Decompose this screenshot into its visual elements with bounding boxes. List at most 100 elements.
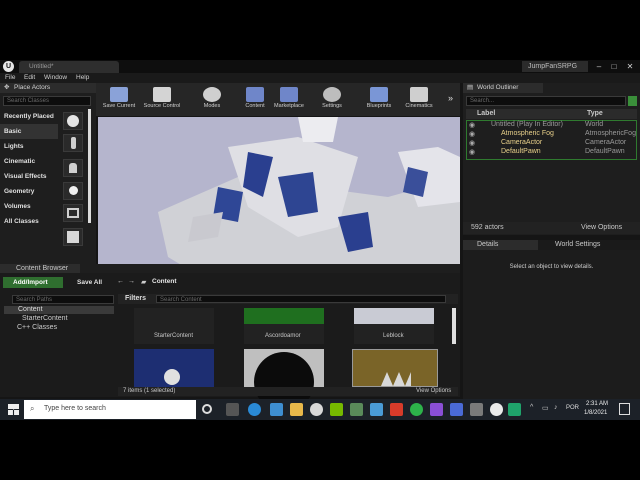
clock-date[interactable]: 1/8/2021 (584, 410, 607, 416)
content-path-breadcrumb[interactable]: Content (152, 278, 177, 285)
material-thumbnail (244, 308, 324, 324)
outliner-search-input[interactable]: Search... (466, 96, 626, 106)
nvidia-icon[interactable] (330, 403, 343, 416)
forward-arrow-icon[interactable]: → (128, 278, 135, 285)
save-current-button[interactable]: Save Current (100, 83, 138, 116)
category-recently-placed[interactable]: Recently Placed (0, 109, 58, 124)
search-classes-input[interactable]: Search Classes (3, 96, 91, 106)
app-icon[interactable] (508, 403, 521, 416)
asset-tile[interactable] (244, 349, 324, 412)
minimize-icon[interactable]: – (592, 61, 606, 72)
outliner-row[interactable]: ◉ DefaultPawn DefaultPawn (467, 148, 636, 157)
app-icon[interactable] (350, 403, 363, 416)
details-tab[interactable]: Details (463, 240, 538, 250)
category-all-classes[interactable]: All Classes (0, 214, 58, 229)
light-actor-icon[interactable] (63, 182, 83, 200)
toolbar-overflow-icon[interactable]: » (448, 93, 453, 103)
col-type-header[interactable]: Type (587, 110, 603, 117)
source-control-button[interactable]: Source Control (140, 83, 184, 116)
file-explorer-icon[interactable] (290, 403, 303, 416)
place-actors-tab[interactable]: ✥ Place Actors (0, 83, 96, 93)
menu-window[interactable]: Window (44, 74, 67, 81)
app-icon[interactable] (390, 403, 403, 416)
place-actors-scrollbar[interactable] (88, 109, 91, 223)
unreal-engine-icon[interactable] (490, 403, 503, 416)
content-browser-panel: Content Browser Add/Import Save All ← → … (0, 264, 460, 412)
marketplace-button[interactable]: Marketplace (270, 83, 308, 116)
category-cinematic[interactable]: Cinematic (0, 154, 58, 169)
content-browser-tab[interactable]: Content Browser (0, 264, 80, 273)
network-icon[interactable]: ▭ (542, 404, 549, 412)
level-tab[interactable]: Untitled* (19, 61, 119, 73)
add-import-button[interactable]: Add/Import (3, 277, 63, 288)
cube-actor-icon[interactable] (63, 228, 83, 246)
category-basic[interactable]: Basic (0, 124, 58, 139)
outliner-view-options[interactable]: View Options (581, 224, 622, 231)
asset-tile[interactable]: Ascordoamor (244, 308, 324, 344)
maximize-icon[interactable]: □ (607, 61, 621, 72)
content-button[interactable]: Content (240, 83, 270, 116)
pawn-actor-icon[interactable] (63, 159, 83, 177)
app-icon[interactable] (410, 403, 423, 416)
asset-tile[interactable]: StarterContent (134, 308, 214, 344)
menu-file[interactable]: File (5, 74, 15, 81)
close-icon[interactable]: ✕ (623, 61, 637, 72)
cinematics-button[interactable]: Cinematics (401, 83, 437, 116)
settings-button[interactable]: Settings (318, 83, 346, 116)
asset-tile[interactable] (134, 349, 214, 387)
visibility-eye-icon[interactable]: ◉ (469, 148, 475, 156)
cinematics-label: Cinematics (405, 103, 433, 109)
category-lights[interactable]: Lights (0, 139, 58, 154)
notifications-icon[interactable] (619, 403, 630, 415)
visibility-eye-icon[interactable]: ◉ (469, 130, 475, 138)
mesh-thumbnail (354, 308, 434, 324)
trigger-actor-icon[interactable] (63, 204, 83, 222)
filters-button[interactable]: Filters (125, 295, 146, 302)
volume-icon[interactable]: ♪ (554, 404, 558, 411)
menu-edit[interactable]: Edit (24, 74, 35, 81)
outliner-row[interactable]: ◉ Untitled (Play In Editor) World (467, 121, 636, 130)
category-geometry[interactable]: Geometry (0, 184, 58, 199)
menu-help[interactable]: Help (76, 74, 89, 81)
search-paths-input[interactable]: Search Paths (12, 295, 114, 304)
world-settings-tab[interactable]: World Settings (543, 240, 623, 250)
store-icon[interactable] (270, 403, 283, 416)
asset-tile[interactable]: Leblock (354, 308, 434, 344)
content-scrollbar[interactable] (452, 308, 456, 344)
cortana-icon[interactable] (202, 404, 212, 414)
modes-button[interactable]: Modes (198, 83, 226, 116)
settings-icon[interactable] (310, 403, 323, 416)
edge-icon[interactable] (248, 403, 261, 416)
save-all-button[interactable]: Save All (67, 277, 107, 288)
search-content-input[interactable]: Search Content (156, 295, 446, 303)
sphere-actor-icon[interactable] (63, 112, 83, 130)
tree-item-cpp-classes[interactable]: C++ Classes (4, 324, 57, 331)
tree-item-content[interactable]: Content (4, 306, 114, 314)
taskbar-search-box[interactable]: ⌕ Type here to search (24, 400, 196, 419)
outliner-add-icon[interactable] (628, 96, 637, 106)
visibility-eye-icon[interactable]: ◉ (469, 121, 475, 129)
visibility-eye-icon[interactable]: ◉ (469, 139, 475, 147)
task-view-icon[interactable] (226, 403, 239, 416)
content-view-options[interactable]: View Options (416, 388, 451, 394)
category-visual-effects[interactable]: Visual Effects (0, 169, 58, 184)
app-icon[interactable] (450, 403, 463, 416)
tree-item-starter-content[interactable]: StarterContent (10, 315, 68, 322)
blueprints-button[interactable]: Blueprints (362, 83, 396, 116)
col-label-header[interactable]: Label (477, 110, 495, 117)
tree-item-label: StarterContent (22, 315, 68, 322)
world-outliner-tab[interactable]: ▤ World Outliner (463, 83, 543, 93)
mail-icon[interactable] (370, 403, 383, 416)
visual-studio-icon[interactable] (430, 403, 443, 416)
category-volumes[interactable]: Volumes (0, 199, 58, 214)
app-icon[interactable] (470, 403, 483, 416)
clock-time[interactable]: 2:31 AM (586, 401, 608, 407)
back-arrow-icon[interactable]: ← (117, 278, 124, 285)
language-indicator[interactable]: POR (566, 405, 579, 411)
outliner-row[interactable]: ◉ Atmospheric Fog AtmosphericFog (467, 130, 636, 139)
character-actor-icon[interactable] (63, 134, 83, 152)
outliner-row[interactable]: ◉ CameraActor CameraActor (467, 139, 636, 148)
tray-chevron-icon[interactable]: ^ (530, 404, 533, 411)
asset-tile[interactable] (352, 349, 438, 387)
windows-start-icon[interactable] (8, 404, 19, 415)
